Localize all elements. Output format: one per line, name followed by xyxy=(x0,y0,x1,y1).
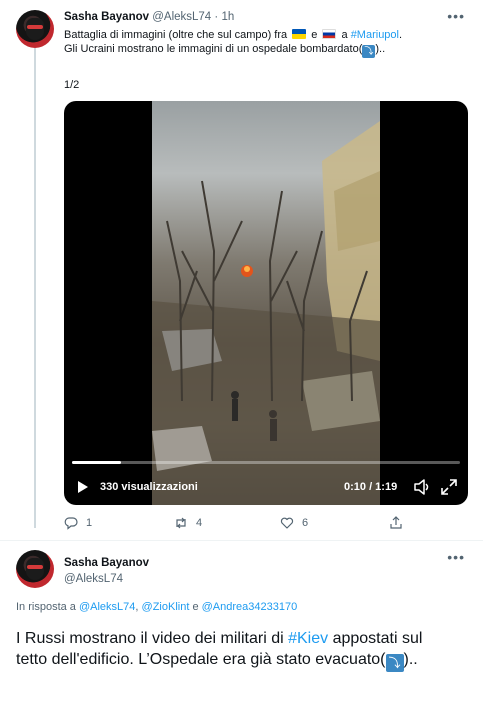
tweet-time[interactable]: 1h xyxy=(221,11,234,23)
tweet-text: I Russi mostrano il video dei militari d… xyxy=(16,628,456,672)
tweet-second[interactable]: Sasha Bayanov @AleksL74 ••• In risposta … xyxy=(0,541,483,705)
author-handle[interactable]: @AleksL74 xyxy=(64,571,149,587)
text-line2-end: ).. xyxy=(375,43,386,55)
avatar-glasses xyxy=(27,25,43,29)
reply-context: In risposta a @AleksL74, @ZioKlint e @An… xyxy=(16,601,297,613)
avatar[interactable] xyxy=(16,550,54,588)
reply-user-link[interactable]: @ZioKlint xyxy=(142,601,190,613)
tweet-text: Battaglia di immagini (oltre che sul cam… xyxy=(64,28,464,58)
thread-counter: 1/2 xyxy=(64,79,80,91)
heart-icon xyxy=(280,517,294,529)
text-and: e xyxy=(308,29,321,41)
video-progress-bar[interactable] xyxy=(72,461,460,464)
reply-icon xyxy=(64,517,78,530)
like-button[interactable]: 6 xyxy=(280,514,308,532)
more-horizontal-icon[interactable]: ••• xyxy=(447,8,465,24)
reply-button[interactable]: 1 xyxy=(64,514,92,532)
retweet-icon xyxy=(176,517,186,529)
video-progress-fill xyxy=(72,461,122,464)
text-a: a xyxy=(338,29,351,41)
time-separator: · xyxy=(214,11,219,23)
share-button[interactable] xyxy=(389,514,403,532)
hashtag-mariupol[interactable]: #Mariupol xyxy=(351,29,399,41)
view-count: 330 visualizzazioni xyxy=(100,481,198,493)
play-icon[interactable] xyxy=(78,481,88,493)
retweet-count: 4 xyxy=(196,517,203,529)
video-frame xyxy=(152,101,380,505)
author-handle[interactable]: @AleksL74 xyxy=(152,11,211,23)
tweet-header: Sasha Bayanov @AleksL74 xyxy=(64,555,149,587)
arrow-down-emoji-icon: ⤵ xyxy=(385,654,404,672)
tweet-first[interactable]: Sasha Bayanov @AleksL74 · 1h ••• Battagl… xyxy=(0,0,483,540)
video-controls: 330 visualizzazioni 0:10 / 1:19 xyxy=(64,473,468,501)
author-name[interactable]: Sasha Bayanov xyxy=(64,555,149,571)
more-horizontal-icon[interactable]: ••• xyxy=(447,549,465,565)
video-time: 0:10 / 1:19 xyxy=(344,481,398,493)
reply-user-link[interactable]: @Andrea34233170 xyxy=(202,601,298,613)
like-count: 6 xyxy=(302,517,309,529)
retweet-button[interactable]: 4 xyxy=(174,514,202,532)
avatar[interactable] xyxy=(16,10,54,48)
video-player[interactable]: 330 visualizzazioni 0:10 / 1:19 xyxy=(64,101,468,505)
ukraine-flag-icon xyxy=(292,29,307,39)
text-line2: Gli Ucraini mostrano le immagini di un o… xyxy=(64,43,363,55)
arrow-down-emoji-icon: ⤵ xyxy=(362,45,376,58)
fullscreen-icon[interactable] xyxy=(441,479,457,495)
reply-user-link[interactable]: @AleksL74 xyxy=(79,601,135,613)
reply-separator: e xyxy=(189,601,202,613)
hashtag-kiev[interactable]: #Kiev xyxy=(288,630,328,647)
volume-icon[interactable] xyxy=(413,479,431,495)
avatar-glasses xyxy=(27,565,43,569)
author-name[interactable]: Sasha Bayanov xyxy=(64,11,149,23)
share-icon xyxy=(390,516,402,529)
text-end: ).. xyxy=(403,651,418,668)
tweet-header: Sasha Bayanov @AleksL74 · 1h xyxy=(64,11,234,23)
thread-line xyxy=(34,48,36,528)
avatar-face xyxy=(26,558,44,580)
reply-prefix: In risposta a xyxy=(16,601,79,613)
text-prefix: I Russi mostrano il video dei militari d… xyxy=(16,630,289,647)
russia-flag-icon xyxy=(322,29,337,39)
avatar-face xyxy=(26,18,44,40)
video-scene-image xyxy=(152,121,380,505)
reply-count: 1 xyxy=(86,517,93,529)
text-line1-end: . xyxy=(399,29,403,41)
text-line1-prefix: Battaglia di immagini (oltre che sul cam… xyxy=(64,29,291,41)
tweet-actions: 1 4 6 xyxy=(64,514,424,532)
